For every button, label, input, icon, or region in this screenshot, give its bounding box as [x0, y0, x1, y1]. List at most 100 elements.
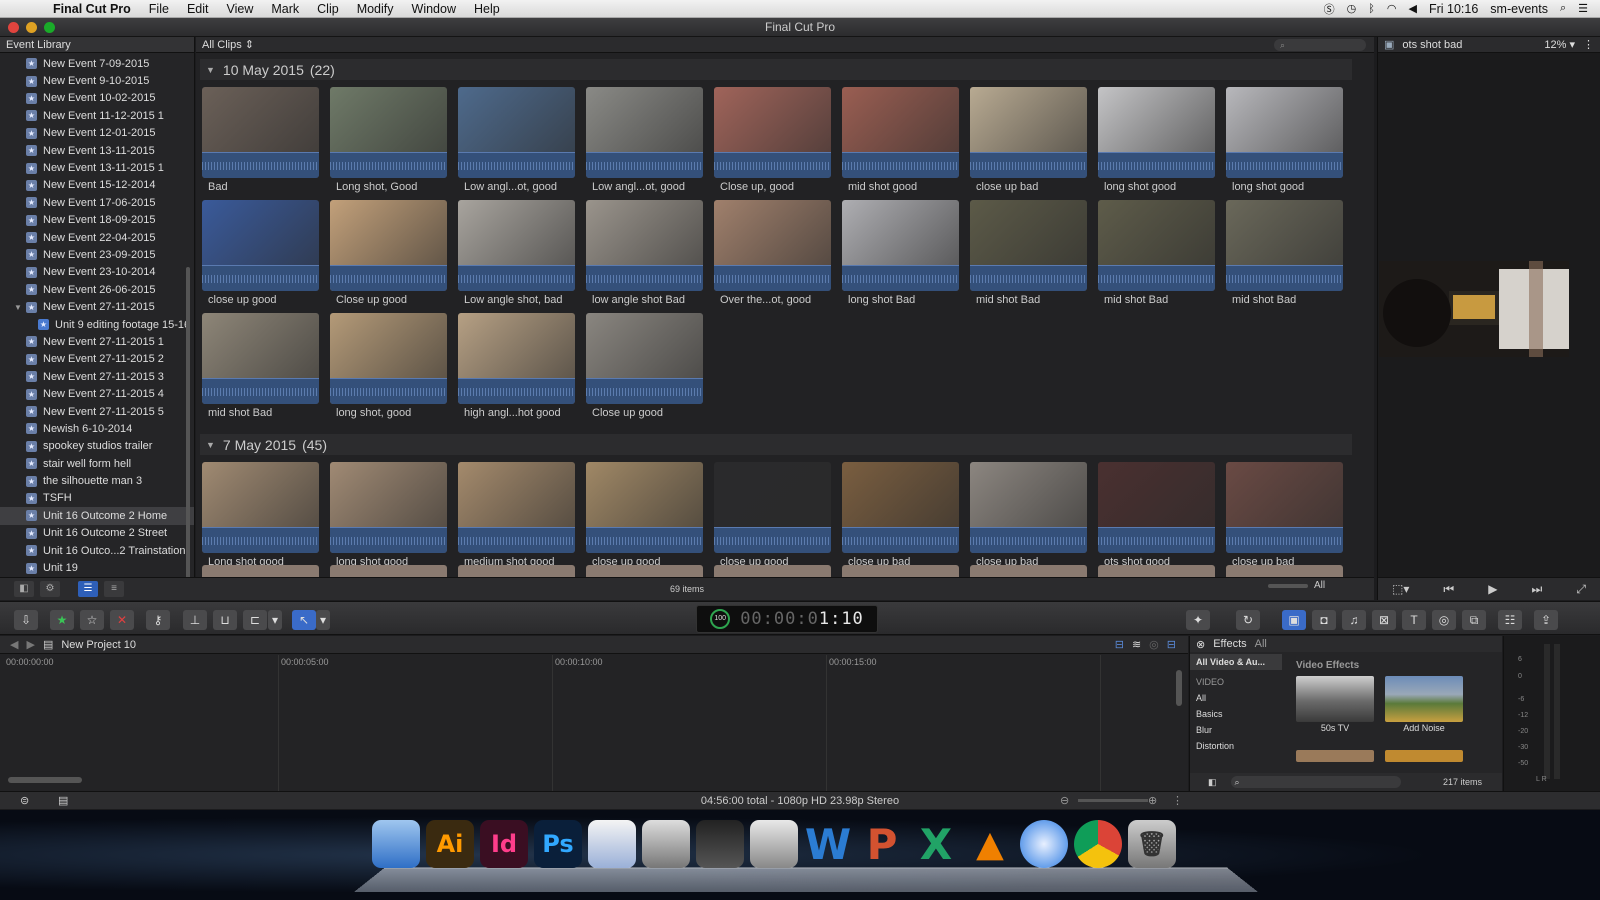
event-item[interactable]: ★ Unit 19: [0, 559, 194, 576]
notification-center-icon[interactable]: ☰: [1578, 2, 1588, 15]
menu-edit[interactable]: Edit: [178, 2, 218, 16]
event-item[interactable]: ★ New Event 26-06-2015: [0, 281, 194, 298]
effect-thumbnail-add-noise[interactable]: [1385, 676, 1463, 722]
effect-thumbnail-50s-tv[interactable]: [1296, 676, 1374, 722]
event-item[interactable]: ★ New Event 12-01-2015: [0, 125, 194, 142]
viewer-frame[interactable]: [1379, 261, 1569, 357]
menu-app-name[interactable]: Final Cut Pro: [44, 2, 140, 16]
event-item[interactable]: ★ Unit 16 Outcome 2 Street: [0, 525, 194, 542]
menu-mark[interactable]: Mark: [262, 2, 308, 16]
photoshop-icon[interactable]: Ps: [534, 820, 582, 868]
clip-tile[interactable]: Close up, good: [714, 87, 831, 197]
close-window-button[interactable]: [8, 21, 19, 33]
menu-clip[interactable]: Clip: [308, 2, 348, 16]
event-item[interactable]: ★ New Event 11-12-2015 1: [0, 107, 194, 124]
motion-icon[interactable]: [588, 820, 636, 868]
enhancements-icon[interactable]: ✦: [1186, 610, 1210, 630]
effect-thumbnail[interactable]: [1296, 750, 1374, 762]
dvd-player-icon[interactable]: [750, 820, 798, 868]
final-cut-pro-icon[interactable]: [696, 820, 744, 868]
disclosure-triangle-icon[interactable]: ▼: [206, 65, 215, 75]
append-clip-icon[interactable]: ⊏: [243, 610, 267, 630]
clip-appearance-icon[interactable]: ⊟: [1115, 638, 1124, 651]
viewer-layout-icon[interactable]: ⬚▾: [1392, 582, 1409, 596]
event-item[interactable]: ★ New Event 13-11-2015: [0, 142, 194, 159]
time-machine-icon[interactable]: ◷: [1347, 2, 1357, 15]
effects-sidebar-toggle-icon[interactable]: ◧: [1208, 777, 1217, 788]
disclosure-triangle-icon[interactable]: ▼: [206, 440, 215, 450]
event-item[interactable]: ★ Unit 9 editing footage 15-16: [0, 316, 194, 333]
event-item[interactable]: ▼ ★ New Event 27-11-2015: [0, 298, 194, 315]
event-item[interactable]: ★ New Event 23-10-2014: [0, 264, 194, 281]
event-item[interactable]: ★ New Event 9-10-2015: [0, 72, 194, 89]
event-item[interactable]: ★ the silhouette man 3: [0, 472, 194, 489]
previous-frame-button[interactable]: ⏮: [1443, 582, 1454, 597]
zoom-out-icon[interactable]: ⊖: [1060, 794, 1069, 807]
trash-icon[interactable]: 🗑: [1128, 820, 1176, 868]
menu-view[interactable]: View: [217, 2, 262, 16]
generators-browser-icon[interactable]: ◎: [1432, 610, 1456, 630]
effects-category-all-video-audio[interactable]: All Video & Au...: [1190, 654, 1282, 670]
clip-tile[interactable]: high angl...hot good: [458, 313, 575, 423]
clip-tile[interactable]: close up bad: [970, 462, 1087, 572]
menu-modify[interactable]: Modify: [348, 2, 403, 16]
timeline-zoom-slider[interactable]: [1078, 799, 1148, 802]
clip-tile[interactable]: Close up good: [330, 200, 447, 310]
viewer-options-icon[interactable]: ⋮: [1583, 38, 1594, 51]
clip-tile[interactable]: close up good: [202, 200, 319, 310]
event-item[interactable]: ★ New Event 18-09-2015: [0, 212, 194, 229]
reject-icon[interactable]: ✕: [110, 610, 134, 630]
event-item[interactable]: ★ Unit 16 Outco...2 Trainstation: [0, 542, 194, 559]
indesign-icon[interactable]: Id: [480, 820, 528, 868]
menu-file[interactable]: File: [140, 2, 178, 16]
powerpoint-icon[interactable]: P: [858, 820, 906, 869]
photo-browser-icon[interactable]: ◘: [1312, 610, 1336, 630]
timeline-vertical-scrollbar[interactable]: [1176, 670, 1182, 706]
word-icon[interactable]: W: [804, 820, 852, 869]
event-item[interactable]: ★ New Event 10-02-2015: [0, 90, 194, 107]
event-item[interactable]: ★ New Event 7-09-2015: [0, 55, 194, 72]
clip-tile[interactable]: Long shot, Good: [330, 87, 447, 197]
finder-icon[interactable]: [372, 820, 420, 868]
clip-tile[interactable]: Bad: [202, 87, 319, 197]
themes-browser-icon[interactable]: ⧉: [1462, 610, 1486, 630]
event-item[interactable]: ★ Newish 6-10-2014: [0, 420, 194, 437]
event-item[interactable]: ★ New Event 13-11-2015 1: [0, 159, 194, 176]
viewer-zoom-dropdown[interactable]: 12% ▾: [1544, 38, 1575, 51]
event-item[interactable]: ★ New Event 15-12-2014: [0, 177, 194, 194]
bluetooth-icon[interactable]: ᛒ: [1368, 3, 1375, 15]
forward-arrow-icon[interactable]: ▶: [26, 638, 34, 651]
spotlight-search-icon[interactable]: ⌕: [1560, 2, 1566, 15]
event-item[interactable]: ★ spookey studios trailer: [0, 438, 194, 455]
clip-size-slider[interactable]: [1268, 583, 1308, 588]
insert-clip-icon[interactable]: ⊔: [213, 610, 237, 630]
effects-category-distortion[interactable]: Distortion: [1190, 738, 1282, 754]
snapping-icon[interactable]: ⊟: [1167, 638, 1176, 651]
back-arrow-icon[interactable]: ◀: [10, 638, 18, 651]
clip-tile[interactable]: mid shot Bad: [202, 313, 319, 423]
event-item[interactable]: ★ New Event 27-11-2015 4: [0, 385, 194, 402]
effects-filter-all[interactable]: All: [1255, 638, 1267, 650]
timeline-horizontal-scrollbar[interactable]: [8, 777, 82, 783]
import-icon[interactable]: ⇩: [14, 610, 38, 630]
zoom-in-icon[interactable]: ⊕: [1148, 794, 1157, 807]
clip-tile[interactable]: long shot, good: [330, 313, 447, 423]
clip-tile[interactable]: low angle shot Bad: [586, 200, 703, 310]
clip-tile[interactable]: close up bad: [842, 462, 959, 572]
edit-dropdown-icon[interactable]: ▾: [268, 610, 282, 630]
skype-icon[interactable]: Ⓢ: [1324, 1, 1335, 17]
effects-search-field[interactable]: ⌕: [1230, 776, 1401, 788]
minimize-window-button[interactable]: [26, 21, 37, 33]
event-item[interactable]: ★ New Event 17-06-2015: [0, 194, 194, 211]
share-icon[interactable]: ⇪: [1534, 610, 1558, 630]
fullscreen-icon[interactable]: ⤢: [1576, 582, 1586, 597]
event-item[interactable]: ★ New Event 22-04-2015: [0, 229, 194, 246]
tool-dropdown-icon[interactable]: ▾: [316, 610, 330, 630]
effect-thumbnail[interactable]: [1385, 750, 1463, 762]
timecode-display[interactable]: 100 00:00:01:10: [696, 605, 878, 633]
event-item[interactable]: ★ New Event 27-11-2015 3: [0, 368, 194, 385]
clip-tile[interactable]: close up bad: [1226, 462, 1343, 572]
clip-tile[interactable]: Long shot good: [202, 462, 319, 572]
clip-group-header[interactable]: ▼ 10 May 2015 (22): [200, 59, 1352, 80]
compressor-icon[interactable]: [642, 820, 690, 868]
